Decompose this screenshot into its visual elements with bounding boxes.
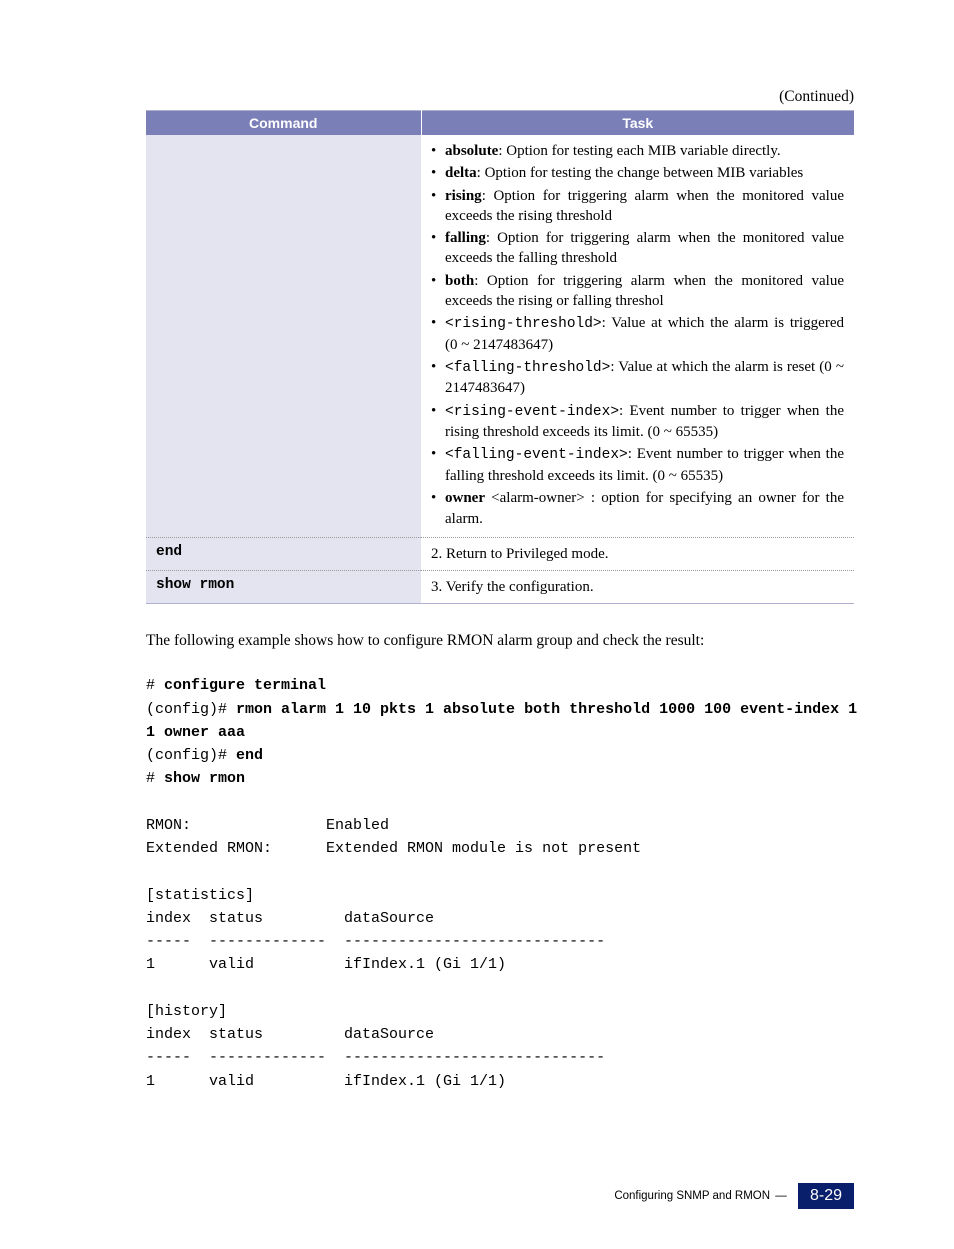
th-command: Command [146,111,421,136]
terminal-output: # configure terminal (config)# rmon alar… [146,674,854,1093]
cmd-cell: end [146,537,421,570]
list-item: both: Option for triggering alarm when t… [431,271,844,312]
list-item: owner <alarm-owner> : option for specify… [431,488,844,529]
list-item: <falling-threshold>: Value at which the … [431,357,844,399]
th-task: Task [421,111,854,136]
task-cell: 2. Return to Privileged mode. [421,537,854,570]
list-item: <falling-event-index>: Event number to t… [431,444,844,486]
cmd-cell [146,135,421,537]
page-number: 8-29 [798,1183,854,1209]
list-item: rising: Option for triggering alarm when… [431,186,844,227]
table-row: show rmon 3. Verify the configuration. [146,571,854,604]
footer-section: Configuring SNMP and RMON [614,1190,770,1202]
table-row: end 2. Return to Privileged mode. [146,537,854,570]
page-footer: Configuring SNMP and RMON — 8-29 [146,1183,854,1209]
list-item: falling: Option for triggering alarm whe… [431,228,844,269]
list-item: <rising-threshold>: Value at which the a… [431,313,844,355]
cmd-cell: show rmon [146,571,421,604]
intro-paragraph: The following example shows how to confi… [146,632,854,650]
footer-dash: — [775,1190,787,1202]
command-task-table: Command Task absolute: Option for testin… [146,110,854,604]
list-item: absolute: Option for testing each MIB va… [431,141,844,161]
list-item: delta: Option for testing the change bet… [431,163,844,183]
task-cell: absolute: Option for testing each MIB va… [421,135,854,537]
list-item: <rising-event-index>: Event number to tr… [431,401,844,443]
task-cell: 3. Verify the configuration. [421,571,854,604]
table-row: absolute: Option for testing each MIB va… [146,135,854,537]
continued-label: (Continued) [146,88,854,106]
